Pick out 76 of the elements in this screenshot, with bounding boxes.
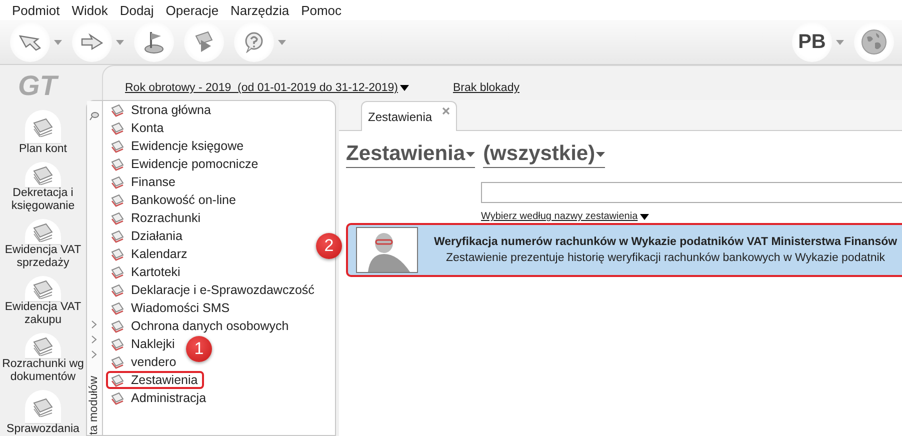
menu-item[interactable]: Widok: [66, 2, 114, 18]
menu-item[interactable]: Pomoc: [295, 2, 348, 18]
nav-item[interactable]: Dekretacja i księgowanie: [0, 156, 86, 213]
module-item[interactable]: Zestawienia: [106, 371, 204, 389]
globe-button[interactable]: [854, 22, 894, 62]
caret-icon: [596, 152, 606, 156]
panel-caption: ta modułów: [88, 376, 100, 435]
nav-item[interactable]: Ewidencja VAT zakupu: [0, 270, 86, 327]
document-icon: [110, 121, 125, 135]
document-icon: [110, 373, 125, 387]
lock-status-link[interactable]: Brak blokady: [452, 82, 520, 94]
nav-item[interactable]: Ewidencja VAT sprzedaży: [0, 213, 86, 270]
document-icon: [110, 157, 125, 171]
menu-item[interactable]: Narzędzia: [224, 2, 296, 18]
report-description: Zestawienie prezentuje historię weryfikacji rachunków bankowych w Wykazie podatnik: [445, 252, 886, 264]
document-icon: [110, 319, 125, 333]
caret-icon: [400, 85, 409, 91]
module-item[interactable]: Kalendarz: [106, 245, 194, 263]
module-item[interactable]: Ewidencje księgowe: [106, 137, 250, 155]
module-item[interactable]: Finanse: [106, 173, 182, 191]
search-field[interactable]: [481, 182, 902, 203]
flag-icon: [143, 30, 165, 54]
nav-item[interactable]: Sprawozdania: [0, 384, 86, 436]
module-item[interactable]: Konta: [106, 119, 170, 137]
menu-item[interactable]: Operacje: [160, 2, 225, 18]
document-icon: [110, 337, 125, 351]
play-icon: [193, 30, 215, 54]
filter-dropdown[interactable]: (wszystkie): [483, 141, 606, 168]
close-icon[interactable]: [442, 107, 450, 115]
help-icon: [243, 31, 265, 53]
module-item[interactable]: Ewidencje pomocnicze: [106, 155, 264, 173]
module-item[interactable]: Bankowość on-line: [106, 191, 242, 209]
logo: GT: [17, 69, 57, 103]
tab[interactable]: Zestawienia: [361, 101, 457, 131]
module-item[interactable]: Administracja: [106, 389, 212, 407]
report-title: Weryfikacja numerów rachunków w Wykazie podatników VAT Ministerstwa Finansów: [434, 236, 898, 248]
report-row[interactable]: Weryfikacja numerów rachunków w Wykazie podatników VAT Ministerstwa Finansów Zestawienie prezentuje historię weryfikacji rachunków bankowych w Wykazie podatnik: [346, 223, 902, 277]
module-item[interactable]: Rozrachunki: [106, 209, 206, 227]
document-icon: [110, 103, 125, 117]
fiscal-year-dropdown[interactable]: Rok obrotowy - 2019 (od 01-01-2019 do 31-12-2019): [125, 82, 409, 94]
document-icon: [110, 175, 125, 189]
document-icon: [110, 265, 125, 279]
menu-item[interactable]: Dodaj: [114, 2, 160, 18]
module-item[interactable]: Ochrona danych osobowych: [106, 317, 295, 335]
toolbar-button[interactable]: [134, 22, 174, 62]
document-icon: [110, 355, 125, 369]
toolbar-button[interactable]: [184, 22, 224, 62]
nav-item[interactable]: Plan kont: [0, 104, 86, 156]
toolbar-button[interactable]: [72, 22, 124, 62]
menu-item[interactable]: Podmiot: [6, 2, 66, 18]
document-icon: [110, 391, 125, 405]
category-dropdown[interactable]: Zestawienia: [346, 141, 476, 168]
document-icon: [110, 301, 125, 315]
module-item[interactable]: Kartoteki: [106, 263, 186, 281]
toolbar-button[interactable]: [10, 22, 62, 62]
document-icon: [110, 193, 125, 207]
caret-icon: [836, 40, 844, 44]
globe-icon: [861, 29, 887, 55]
module-item[interactable]: Naklejki: [106, 335, 181, 353]
module-item[interactable]: vendero: [106, 353, 182, 371]
arrow-icon: [80, 33, 104, 51]
caret-icon: [640, 214, 649, 220]
document-icon: [110, 211, 125, 225]
document-icon: [110, 283, 125, 297]
module-item[interactable]: Deklaracje i e-Sprawozdawczość: [106, 281, 320, 299]
sort-dropdown[interactable]: Wybierz według nazwy zestawienia: [481, 211, 649, 222]
caret-icon: [466, 152, 476, 156]
module-item[interactable]: Strona główna: [106, 101, 217, 119]
toolbar-button[interactable]: [234, 22, 286, 62]
module-item[interactable]: Wiadomości SMS: [106, 299, 236, 317]
document-icon: [110, 247, 125, 261]
document-icon: [110, 139, 125, 153]
module-item[interactable]: Działania: [106, 227, 188, 245]
nav-item[interactable]: Rozrachunki wg dokumentów: [0, 327, 86, 384]
document-icon: [110, 229, 125, 243]
arrow-icon: [18, 33, 42, 51]
